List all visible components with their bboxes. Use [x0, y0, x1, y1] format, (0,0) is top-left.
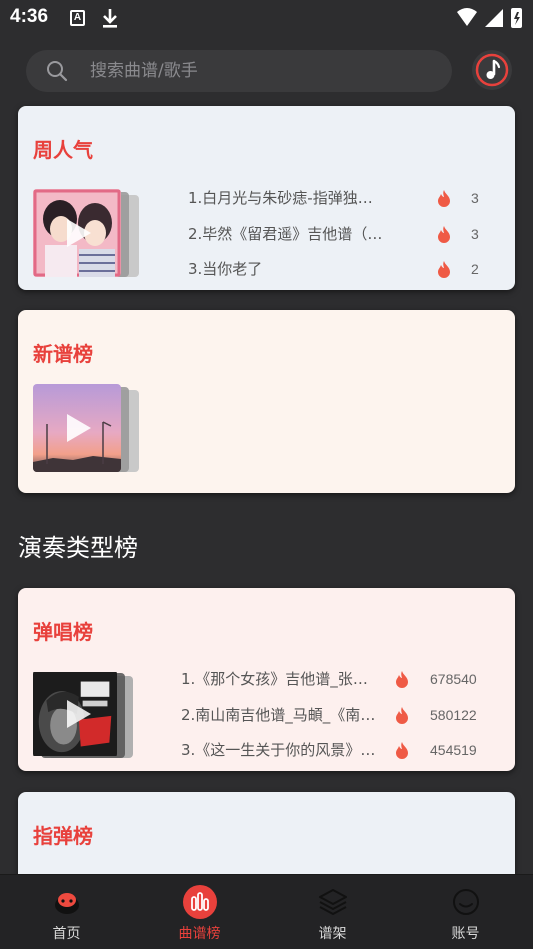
account-icon — [452, 889, 479, 915]
fire-icon — [438, 190, 450, 207]
card-title: 指弹榜 — [33, 824, 93, 848]
status-bar: 4:36 A — [0, 0, 533, 36]
play-icon — [67, 700, 91, 728]
weekly-popular-card[interactable]: 周人气 1.白月光与朱砂痣-指弹独… 3 2.毕然《留君遥》吉他谱（… 3 3.… — [18, 106, 515, 290]
popularity-count: 3 — [471, 226, 479, 242]
card-title: 弹唱榜 — [33, 620, 93, 644]
card-title: 新谱榜 — [33, 342, 93, 366]
signal-icon — [485, 9, 503, 27]
list-item[interactable]: 1.《那个女孩》吉他谱_张… 678540 — [181, 667, 501, 691]
input-method-icon: A — [70, 10, 85, 26]
bottom-nav: 首页 曲谱榜 谱架 账号 — [0, 874, 533, 949]
page: 4:36 A 搜索曲谱/歌手 周人气 1.白月光与朱砂痣-指弹独… 3 2.毕然… — [0, 0, 533, 949]
album-cover[interactable] — [33, 384, 139, 472]
layers-icon — [318, 889, 347, 915]
album-cover[interactable] — [33, 670, 133, 758]
nav-account[interactable]: 账号 — [399, 875, 532, 949]
list-item[interactable]: 3.当你老了 2 — [188, 257, 508, 281]
fire-icon — [396, 707, 408, 724]
search-bar[interactable]: 搜索曲谱/歌手 — [26, 50, 452, 92]
song-title: 2.南山南吉他谱_马頔_《南… — [181, 706, 376, 724]
list-item[interactable]: 3.《这一生关于你的风景》… 454519 — [181, 738, 501, 762]
song-title: 2.毕然《留君遥》吉他谱（… — [188, 225, 383, 243]
home-icon — [54, 893, 79, 914]
nav-label: 账号 — [451, 926, 480, 942]
status-icons — [457, 8, 522, 28]
music-note-icon — [475, 53, 509, 87]
popularity-count: 454519 — [430, 742, 477, 758]
section-heading: 演奏类型榜 — [18, 534, 138, 562]
download-icon — [103, 9, 117, 28]
strumming-chart-card[interactable]: 弹唱榜 1.《那个女孩》吉他谱_张… 678540 2.南山南吉他谱_马頔_《南… — [18, 588, 515, 771]
search-input[interactable]: 搜索曲谱/歌手 — [90, 50, 198, 92]
wifi-icon — [457, 8, 477, 26]
popularity-count: 580122 — [430, 707, 477, 723]
song-title: 3.《这一生关于你的风景》… — [181, 741, 376, 759]
music-button[interactable] — [472, 50, 512, 90]
song-title: 3.当你老了 — [188, 260, 263, 278]
list-item[interactable]: 2.南山南吉他谱_马頔_《南… 580122 — [181, 703, 501, 727]
song-title: 1.《那个女孩》吉他谱_张… — [181, 670, 368, 688]
play-icon — [67, 414, 91, 442]
list-item[interactable]: 1.白月光与朱砂痣-指弹独… 3 — [188, 186, 508, 210]
popularity-count: 678540 — [430, 671, 477, 687]
chart-icon — [182, 885, 217, 919]
popularity-count: 3 — [471, 190, 479, 206]
status-time: 4:36 — [10, 6, 49, 27]
nav-charts[interactable]: 曲谱榜 — [133, 875, 266, 949]
nav-label: 曲谱榜 — [178, 926, 221, 942]
fire-icon — [438, 226, 450, 243]
popularity-count: 2 — [471, 261, 479, 277]
nav-label: 谱架 — [318, 926, 347, 942]
fire-icon — [396, 742, 408, 759]
nav-home[interactable]: 首页 — [0, 875, 133, 949]
nav-shelf[interactable]: 谱架 — [266, 875, 399, 949]
fire-icon — [438, 261, 450, 278]
card-title: 周人气 — [33, 138, 93, 162]
list-item[interactable]: 2.毕然《留君遥》吉他谱（… 3 — [188, 222, 508, 246]
fire-icon — [396, 671, 408, 688]
album-cover[interactable] — [33, 189, 139, 277]
new-scores-card[interactable]: 新谱榜 — [18, 310, 515, 493]
nav-label: 首页 — [52, 926, 81, 942]
song-title: 1.白月光与朱砂痣-指弹独… — [188, 189, 373, 207]
search-icon — [47, 61, 68, 82]
play-icon — [67, 219, 91, 247]
